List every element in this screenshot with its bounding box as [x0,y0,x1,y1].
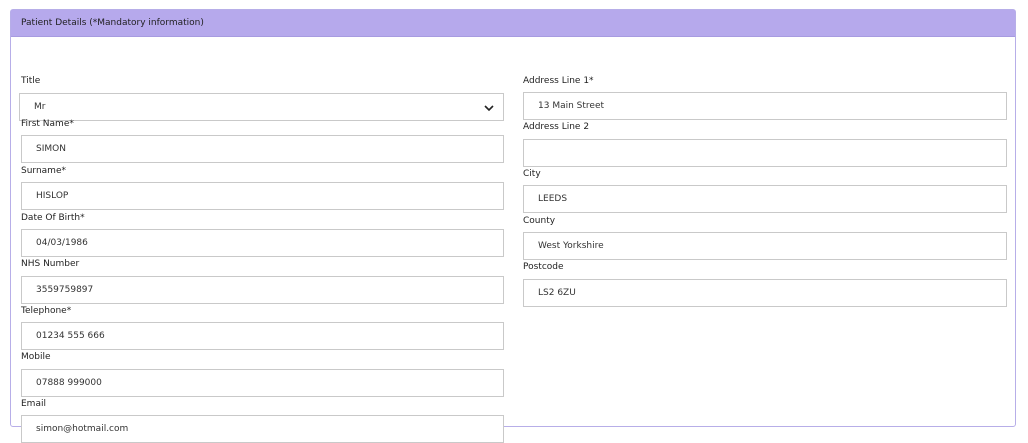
address-line1-label: Address Line 1* [523,76,594,86]
postcode-input[interactable]: LS2 6ZU [523,279,1007,307]
chevron-down-icon [484,105,494,112]
title-select[interactable]: Mr [19,93,504,121]
city-field: City LEEDS [523,168,1007,213]
title-label: Title [21,76,41,86]
postcode-label: Postcode [523,262,564,272]
first-name-value: SIMON [36,144,66,154]
email-value: simon@hotmail.com [36,424,129,434]
telephone-input[interactable]: 01234 555 666 [21,322,504,350]
mobile-input[interactable]: 07888 999000 [21,369,504,397]
email-field: Email simon@hotmail.com [21,398,504,443]
postcode-value: LS2 6ZU [538,288,576,298]
first-name-field: First Name* SIMON [21,118,504,163]
telephone-label: Telephone* [21,306,72,316]
address-line1-field: Address Line 1* 13 Main Street [523,75,1007,120]
panel-title: Patient Details (*Mandatory information) [21,18,204,28]
county-value: West Yorkshire [538,241,604,251]
nhs-number-field: NHS Number 3559759897 [21,258,504,304]
first-name-input[interactable]: SIMON [21,135,504,163]
dob-label: Date Of Birth* [21,213,85,223]
telephone-value: 01234 555 666 [36,331,105,341]
email-label: Email [21,399,46,409]
address-line1-input[interactable]: 13 Main Street [523,92,1007,120]
nhs-number-value: 3559759897 [36,285,94,295]
dob-input[interactable]: 04/03/1986 [21,229,504,257]
telephone-field: Telephone* 01234 555 666 [21,305,504,350]
mobile-value: 07888 999000 [36,378,102,388]
city-input[interactable]: LEEDS [523,185,1007,213]
surname-label: Surname* [21,166,66,176]
address-line2-input[interactable] [523,139,1007,167]
surname-value: HISLOP [36,191,69,201]
nhs-number-input[interactable]: 3559759897 [21,276,504,304]
patient-details-panel: Patient Details (*Mandatory information)… [10,9,1016,443]
title-select-value: Mr [34,102,46,112]
mobile-label: Mobile [21,352,51,362]
first-name-label: First Name* [21,119,74,129]
mobile-field: Mobile 07888 999000 [21,351,504,397]
address-line1-value: 13 Main Street [538,101,605,111]
county-label: County [523,216,556,226]
email-input[interactable]: simon@hotmail.com [21,415,504,443]
postcode-field: Postcode LS2 6ZU [523,261,1007,307]
dob-value: 04/03/1986 [36,238,88,248]
surname-field: Surname* HISLOP [21,165,504,210]
panel-header: Patient Details (*Mandatory information) [11,10,1015,37]
dob-field: Date Of Birth* 04/03/1986 [21,212,504,257]
city-label: City [523,169,541,179]
county-input[interactable]: West Yorkshire [523,232,1007,260]
address-line2-field: Address Line 2 [523,121,1007,167]
title-field: Title Mr [19,75,504,121]
address-line2-label: Address Line 2 [523,122,590,132]
surname-input[interactable]: HISLOP [21,182,504,210]
nhs-number-label: NHS Number [21,259,80,269]
city-value: LEEDS [538,194,568,204]
county-field: County West Yorkshire [523,215,1007,260]
